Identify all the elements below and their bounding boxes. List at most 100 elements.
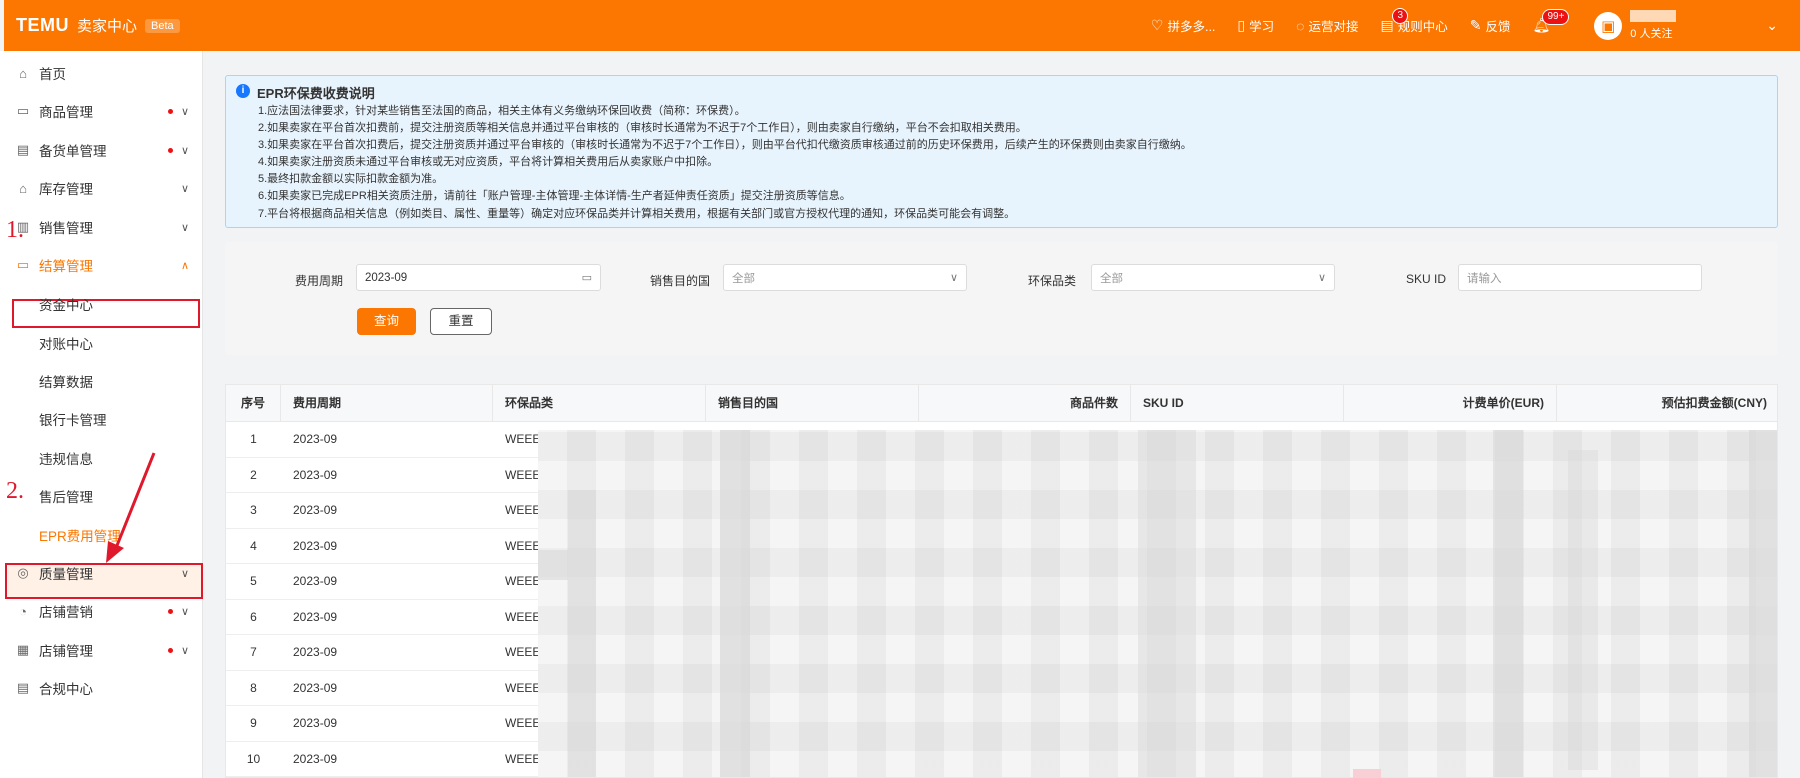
- red-dot: [168, 647, 173, 653]
- chevron-down-icon[interactable]: ⌄: [1766, 17, 1778, 34]
- sidebar-item-settlement[interactable]: ▭ 结算管理 ∧: [15, 255, 195, 275]
- redacted-data-area: [538, 430, 1777, 777]
- sidebar-sub-funds[interactable]: 资金中心: [39, 294, 93, 314]
- chevron-down-icon: ∨: [180, 182, 189, 195]
- cell-index: 7: [250, 645, 257, 659]
- col-period: 费用周期: [281, 385, 493, 422]
- country-label: 销售目的国: [650, 274, 711, 288]
- cell-period: 2023-09: [293, 680, 338, 695]
- temu-logo[interactable]: TEMU: [16, 15, 69, 36]
- notice-line: 6.如果卖家已完成EPR相关资质注册，请前往「账户管理-主体管理-主体详情-生产…: [258, 190, 851, 203]
- category-label: 环保品类: [1028, 274, 1077, 288]
- chevron-down-icon: ∨: [180, 644, 189, 657]
- annotation-step-2: 2.: [6, 478, 24, 504]
- blurred-username: [1630, 10, 1677, 22]
- cell-period: 2023-09: [293, 432, 338, 446]
- cell-period: 2023-09: [293, 538, 338, 553]
- header-item-ops[interactable]: ◌ 运营对接: [1296, 16, 1358, 35]
- notice-line: 7.平台将根据商品相关信息（例如类目、属性、重量等）确定对应环保品类并计算相关费…: [258, 207, 1016, 220]
- heart-icon: ♡: [1150, 17, 1164, 33]
- avatar[interactable]: ▣: [1594, 11, 1623, 40]
- sidebar-item-compliance[interactable]: ▤ 合规中心: [15, 678, 195, 698]
- sidebar-item-sales[interactable]: ▥ 销售管理 ∨: [15, 217, 195, 237]
- notice-line: 1.应法国法律要求，针对某些销售至法国的商品，相关主体有义务缴纳环保回收费（简称…: [258, 105, 746, 117]
- calendar-icon: ▤: [1380, 17, 1394, 33]
- sidebar-item-marketing[interactable]: ◔ 店铺营销 ∨: [15, 601, 195, 621]
- period-label: 费用周期: [295, 274, 344, 288]
- notice-line: 2.如果卖家在平台首次扣费前，提交注册资质等相关信息并通过平台审核的（审核时长通…: [258, 122, 1027, 135]
- header-item-pdd[interactable]: ♡ 拼多多...: [1151, 16, 1215, 35]
- col-index: 序号: [226, 385, 281, 422]
- period-picker[interactable]: 2023-09 ▭: [356, 264, 601, 291]
- pink-marker: [1353, 769, 1381, 778]
- book-icon: ▯: [1237, 17, 1246, 33]
- home-icon: ⌂: [19, 65, 27, 81]
- sidebar-item-home[interactable]: ⌂ 首页: [15, 63, 195, 83]
- quality-icon: ◎: [17, 565, 29, 580]
- red-dot: [168, 608, 173, 614]
- top-header: TEMU 卖家中心 Beta ♡ 拼多多... ▯ 学习 ◌ 运营对接 ▤ 3 …: [4, 0, 1800, 51]
- cell-index: 2: [250, 467, 257, 482]
- beta-badge: Beta: [145, 18, 180, 33]
- marketing-icon: ◔: [19, 603, 27, 619]
- compliance-icon: ▤: [16, 680, 30, 695]
- sku-label: SKU ID: [1406, 272, 1447, 286]
- reset-button[interactable]: 重置: [430, 308, 492, 335]
- notice-line: 3.如果卖家在平台首次扣费后，提交注册资质并通过平台审核的（审核时长通常为不迟于…: [258, 139, 1192, 152]
- sidebar-sub-violations[interactable]: 违规信息: [39, 448, 93, 468]
- chat-icon: ◌: [1296, 17, 1305, 34]
- col-country: 销售目的国: [706, 385, 919, 422]
- cell-index: 10: [246, 751, 261, 766]
- chevron-down-icon: ∨: [180, 144, 189, 157]
- notice-line: 5.最终扣款金额以实际扣款金额为准。: [258, 173, 444, 186]
- chevron-down-icon: ∨: [180, 605, 189, 618]
- header-item-rules[interactable]: ▤ 3 规则中心: [1380, 8, 1448, 35]
- cell-index: 1: [250, 432, 257, 446]
- red-dot: [168, 108, 173, 114]
- cell-period: 2023-09: [293, 503, 338, 517]
- cell-period: 2023-09: [293, 609, 338, 624]
- category-select[interactable]: 全部 ∨: [1091, 264, 1335, 291]
- cell-index: 8: [250, 680, 257, 695]
- col-estimated-fee: 预估扣费金额(CNY): [1661, 396, 1767, 410]
- chevron-down-icon: ∨: [180, 567, 189, 580]
- sidebar: ⌂ 首页 ▭ 商品管理 ∨ ▤ 备货单管理 ∨ ⌂ 库存管理 ∨ ▥ 销售管理 ∨ ▭ 结算…: [0, 51, 203, 778]
- sidebar-item-inventory[interactable]: ⌂ 库存管理 ∨: [15, 178, 195, 198]
- col-category: 环保品类: [493, 385, 706, 422]
- cell-index: 4: [250, 538, 257, 553]
- red-dot: [168, 147, 173, 153]
- table-header: 序号 费用周期 环保品类 销售目的国 商品件数 SKU ID 计费单价(EUR)…: [226, 385, 1777, 422]
- header-item-feedback[interactable]: ✎ 反馈: [1470, 16, 1511, 35]
- sidebar-item-stock-orders[interactable]: ▤ 备货单管理 ∨: [15, 140, 195, 160]
- chevron-down-icon: ∨: [1317, 272, 1326, 284]
- header-item-learn[interactable]: ▯ 学习: [1237, 16, 1274, 35]
- follow-count: 0 人关注: [1630, 28, 1673, 40]
- cell-period: 2023-09: [293, 645, 338, 659]
- col-quantity: 商品件数: [919, 385, 1131, 422]
- chevron-down-icon: ∨: [180, 221, 189, 234]
- order-icon: ▤: [16, 142, 30, 157]
- warehouse-icon: ⌂: [19, 180, 27, 196]
- store-icon: ▦: [16, 642, 30, 657]
- epr-fee-table: 序号 费用周期 环保品类 销售目的国 商品件数 SKU ID 计费单价(EUR)…: [225, 384, 1778, 778]
- sidebar-item-products[interactable]: ▭ 商品管理 ∨: [15, 101, 195, 121]
- cell-period: 2023-09: [293, 751, 338, 766]
- cell-period: 2023-09: [293, 574, 338, 588]
- edit-icon: ✎: [1469, 17, 1482, 33]
- notification-badge: 99+: [1542, 9, 1570, 25]
- notice-lines: 1.应法国法律要求，针对某些销售至法国的商品，相关主体有义务缴纳环保回收费（简称…: [258, 103, 1192, 223]
- sku-input[interactable]: 请输入: [1458, 264, 1702, 291]
- sidebar-sub-after-sales[interactable]: 售后管理: [39, 486, 93, 506]
- country-select[interactable]: 全部 ∨: [723, 264, 967, 291]
- cell-index: 9: [250, 716, 257, 730]
- sidebar-item-store[interactable]: ▦ 店铺管理 ∨: [15, 640, 195, 660]
- sidebar-sub-reconciliation[interactable]: 对账中心: [39, 333, 93, 353]
- cell-index: 5: [250, 574, 257, 588]
- user-info[interactable]: 0 人关注: [1630, 10, 1677, 41]
- query-button[interactable]: 查询: [357, 308, 416, 335]
- annotation-step-1: 1.: [6, 217, 24, 243]
- col-sku: SKU ID: [1131, 385, 1344, 422]
- sidebar-sub-settlement-data[interactable]: 结算数据: [39, 371, 93, 391]
- sidebar-sub-bank-cards[interactable]: 银行卡管理: [39, 409, 107, 429]
- header-item-notifications[interactable]: 🔔︎ 99+: [1532, 9, 1572, 34]
